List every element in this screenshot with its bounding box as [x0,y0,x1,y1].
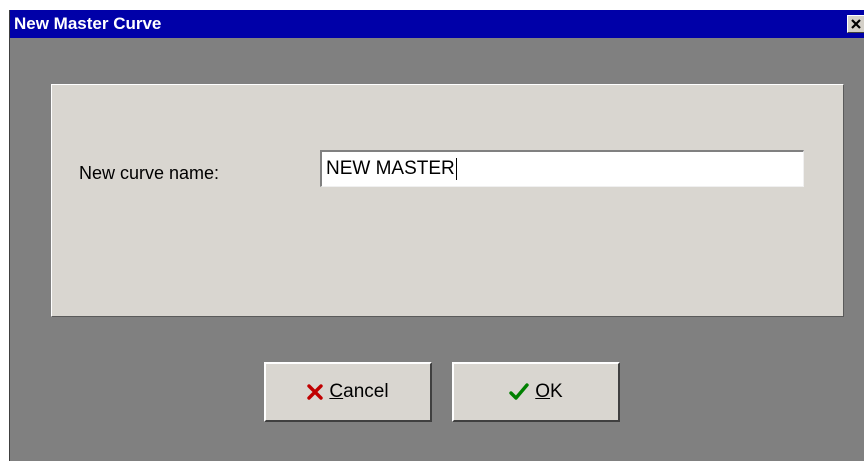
window-title: New Master Curve [14,14,162,33]
cancel-button[interactable]: Cancel [264,362,432,422]
text-caret [455,158,457,180]
input-panel: New curve name: NEW MASTER [51,84,844,317]
dialog-window: New Master Curve New curve name: NEW MAS… [9,10,864,461]
ok-button[interactable]: OK [452,362,620,422]
cancel-label: Cancel [329,381,389,402]
close-button[interactable] [847,15,864,33]
curve-name-label: New curve name: [79,163,220,183]
close-icon [851,19,861,29]
checkmark-icon [509,383,529,401]
x-icon [307,384,324,400]
curve-name-value: NEW MASTER [326,158,457,180]
title-bar[interactable]: New Master Curve [10,10,864,38]
curve-name-input[interactable]: NEW MASTER [320,150,804,187]
ok-label: OK [535,381,563,402]
